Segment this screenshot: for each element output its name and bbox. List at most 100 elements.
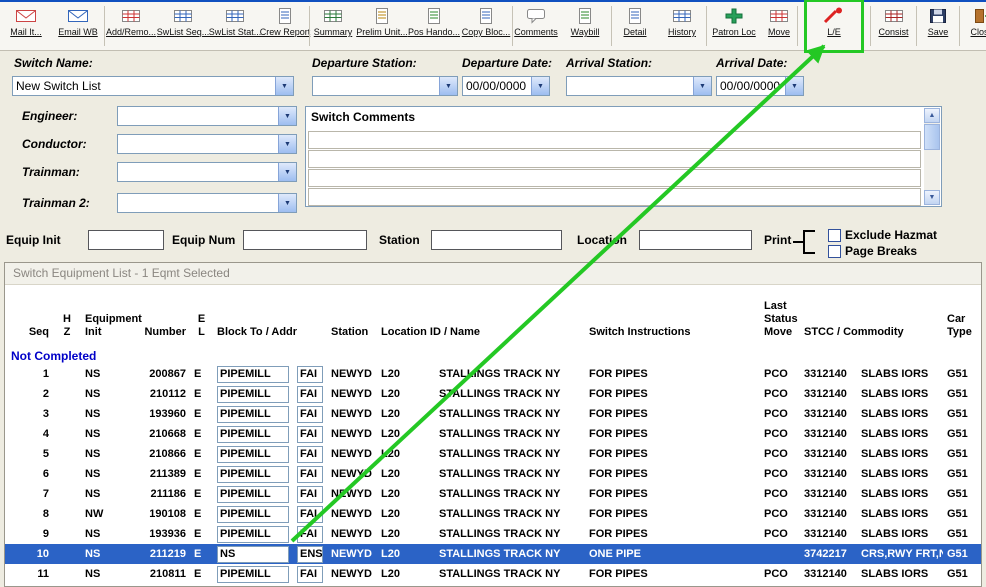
table-row[interactable]: 5 NS 210866 E PIPEMILL FAI NEWYD L20 STALLINGS T… (5, 444, 981, 464)
toolbar-item-consist[interactable]: Consist (871, 2, 916, 50)
table-row[interactable]: 9 NS 193936 E PIPEMILL FAI NEWYD L20 STALLINGS T… (5, 524, 981, 544)
chevron-down-icon[interactable]: ▼ (531, 77, 549, 95)
toolbar-item-screwdriver[interactable]: L/E (804, 0, 864, 53)
conductor-select[interactable]: ▼ (117, 134, 297, 154)
block-to-cell[interactable]: PIPEMILL (217, 385, 289, 403)
table-row[interactable]: 6 NS 211389 E PIPEMILL FAI NEWYD L20 STALLINGS T… (5, 464, 981, 484)
table-row[interactable]: 3 NS 193960 E PIPEMILL FAI NEWYD L20 STALLINGS T… (5, 404, 981, 424)
chevron-down-icon[interactable]: ▼ (278, 107, 296, 125)
scroll-up-icon[interactable]: ▲ (924, 108, 940, 123)
trainman2-select[interactable]: ▼ (117, 193, 297, 213)
column-header: Block To / Addr (217, 326, 298, 338)
block-to-cell[interactable]: PIPEMILL (217, 425, 289, 443)
location-input[interactable] (639, 230, 752, 250)
toolbar-item-crew-report[interactable]: Crew Report (260, 2, 310, 50)
block-to-cell[interactable]: PIPEMILL (217, 445, 289, 463)
cell: 10 (36, 548, 49, 560)
block-to-cell[interactable]: PIPEMILL (217, 465, 289, 483)
table-row[interactable]: 8 NW 190108 E PIPEMILL FAI NEWYD L20 STALLINGS T… (5, 504, 981, 524)
chevron-down-icon[interactable]: ▼ (785, 77, 803, 95)
cell: L20 (381, 508, 400, 520)
equip-init-input[interactable] (88, 230, 164, 250)
comment-line[interactable] (308, 169, 921, 187)
toolbar-item-move[interactable]: Move (761, 2, 797, 50)
switch-name-select[interactable]: New Switch List ▼ (12, 76, 294, 96)
toolbar-item-label: Copy Bloc... (461, 27, 511, 37)
toolbar-item-summary[interactable]: Summary (310, 2, 356, 50)
addr-cell[interactable]: FAI (297, 525, 323, 543)
toolbar-item-email[interactable]: Email WB (52, 2, 104, 50)
departure-station-select[interactable]: ▼ (312, 76, 458, 96)
toolbar-item-add-remove[interactable]: Add/Remo... (105, 2, 157, 50)
cell: NEWYD (331, 488, 372, 500)
table-row[interactable]: 11 NS 210811 E PIPEMILL FAI NEWYD L20 STALLINGS … (5, 564, 981, 584)
block-to-cell[interactable]: PIPEMILL (217, 565, 289, 583)
block-to-cell[interactable]: NS (217, 545, 289, 563)
cell: E (194, 568, 202, 580)
arrival-date-label: Arrival Date: (716, 56, 788, 70)
departure-date-field[interactable]: 00/00/0000 ▼ (462, 76, 550, 96)
toolbar-item-prelim-unit[interactable]: Prelim Unit... (356, 2, 408, 50)
addr-cell[interactable]: FAI (297, 565, 323, 583)
cell: NEWYD (331, 368, 372, 380)
addr-cell[interactable]: FAI (297, 505, 323, 523)
block-to-cell[interactable]: PIPEMILL (217, 505, 289, 523)
toolbar-item-waybill[interactable]: Waybill (559, 2, 611, 50)
arrival-station-select[interactable]: ▼ (566, 76, 712, 96)
table-row[interactable]: 10 NS 211219 E NS ENS NEWYD L20 STALLINGS TRACK … (5, 544, 981, 564)
cell: 211186 (150, 488, 187, 500)
table-row[interactable]: 1 NS 200867 E PIPEMILL FAI NEWYD L20 STALLINGS T… (5, 364, 981, 384)
equip-num-input[interactable] (243, 230, 367, 250)
comment-line[interactable] (308, 188, 921, 206)
chevron-down-icon[interactable]: ▼ (278, 163, 296, 181)
chevron-down-icon[interactable]: ▼ (693, 77, 711, 95)
block-to-cell[interactable]: PIPEMILL (217, 485, 289, 503)
block-to-cell[interactable]: PIPEMILL (217, 525, 289, 543)
toolbar-item-pos-handoff[interactable]: Pos Hando... (408, 2, 460, 50)
toolbar-item-detail[interactable]: Detail (612, 2, 658, 50)
addr-cell[interactable]: FAI (297, 465, 323, 483)
chevron-down-icon[interactable]: ▼ (278, 194, 296, 212)
scroll-down-icon[interactable]: ▼ (924, 190, 940, 205)
toolbar-item-history[interactable]: History (658, 2, 706, 50)
toolbar-item-copy-block[interactable]: Copy Bloc... (460, 2, 512, 50)
chevron-down-icon[interactable]: ▼ (439, 77, 457, 95)
scrollbar-thumb[interactable] (924, 124, 940, 150)
toolbar-item-patron-loc[interactable]: Patron Loc (707, 2, 761, 50)
cell: 3312140 (804, 408, 847, 420)
chevron-down-icon[interactable]: ▼ (278, 135, 296, 153)
addr-cell[interactable]: FAI (297, 485, 323, 503)
addr-cell[interactable]: ENS (297, 545, 323, 563)
comments-scrollbar[interactable]: ▲ ▼ (924, 108, 940, 205)
toolbar-item-list-stat[interactable]: SwList Stat... (209, 2, 261, 50)
toolbar-item-mail[interactable]: Mail It... (0, 2, 52, 50)
cell: NEWYD (331, 568, 372, 580)
addr-cell[interactable]: FAI (297, 365, 323, 383)
comment-line[interactable] (308, 150, 921, 168)
cell: SLABS IORS (861, 388, 929, 400)
table-row[interactable]: 4 NS 210668 E PIPEMILL FAI NEWYD L20 STALLINGS T… (5, 424, 981, 444)
addr-cell[interactable]: FAI (297, 425, 323, 443)
toolbar-item-list-seq[interactable]: SwList Seq... (157, 2, 209, 50)
comment-line[interactable] (308, 131, 921, 149)
toolbar-item-close[interactable]: Close (960, 2, 986, 50)
arrival-date-field[interactable]: 00/00/0000 ▼ (716, 76, 804, 96)
addr-cell[interactable]: FAI (297, 385, 323, 403)
toolbar-item-save[interactable]: Save (917, 2, 959, 50)
table-row[interactable]: 7 NS 211186 E PIPEMILL FAI NEWYD L20 STALLINGS T… (5, 484, 981, 504)
cell: G51 (947, 468, 968, 480)
cell: PIPEMILL (213, 384, 293, 404)
block-to-cell[interactable]: PIPEMILL (217, 365, 289, 383)
exclude-hazmat-checkbox[interactable] (828, 229, 841, 242)
block-to-cell[interactable]: PIPEMILL (217, 405, 289, 423)
chevron-down-icon[interactable]: ▼ (275, 77, 293, 95)
arrival-date-value: 00/00/0000 (720, 79, 781, 93)
page-breaks-checkbox[interactable] (828, 245, 841, 258)
toolbar-item-comments[interactable]: Comments (513, 2, 559, 50)
engineer-select[interactable]: ▼ (117, 106, 297, 126)
addr-cell[interactable]: FAI (297, 405, 323, 423)
trainman-select[interactable]: ▼ (117, 162, 297, 182)
addr-cell[interactable]: FAI (297, 445, 323, 463)
station-input[interactable] (431, 230, 562, 250)
table-row[interactable]: 2 NS 210112 E PIPEMILL FAI NEWYD L20 STALLINGS T… (5, 384, 981, 404)
